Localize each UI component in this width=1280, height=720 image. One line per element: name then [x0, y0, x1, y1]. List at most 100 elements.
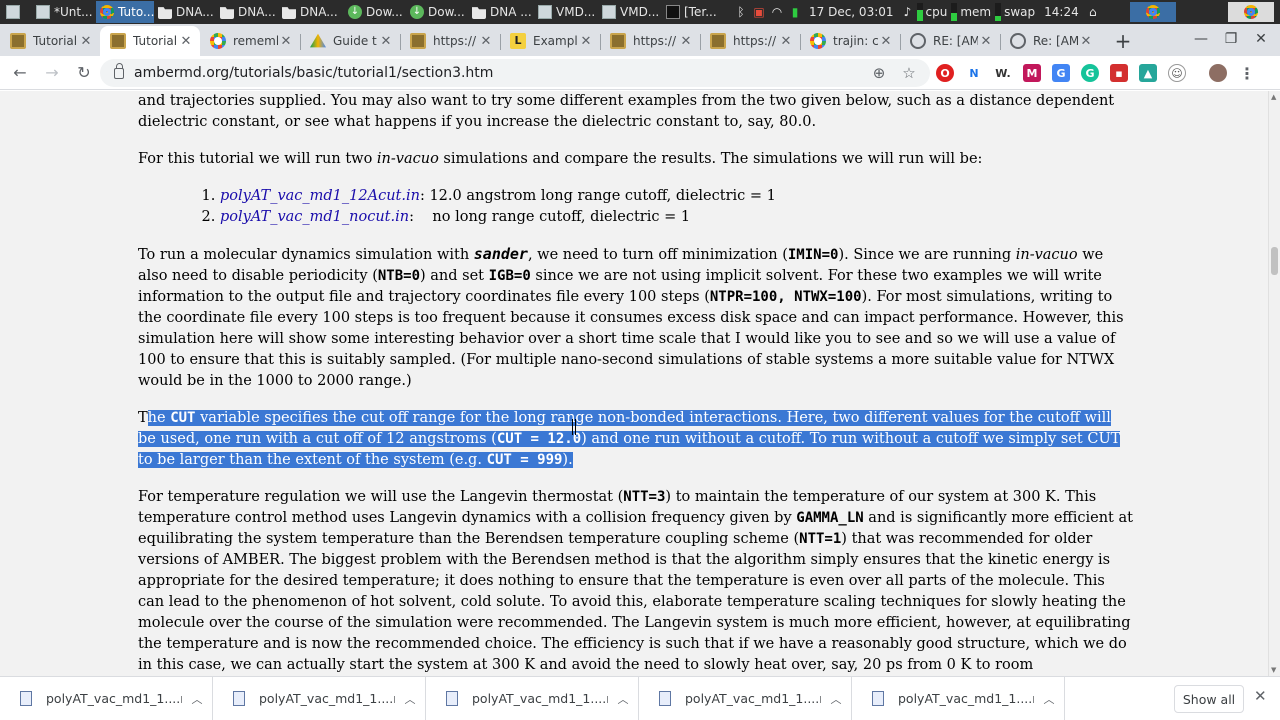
bookmark-star-icon[interactable]: ☆	[894, 64, 924, 82]
download-item[interactable]: polyAT_vac_md1_1....nc ︿	[0, 676, 213, 720]
show-all-downloads-button[interactable]: Show all	[1174, 685, 1244, 713]
translate-extension-icon[interactable]: G	[1052, 64, 1070, 82]
file-icon	[20, 691, 32, 706]
paragraph-intro: For this tutorial we will run two in-vac…	[138, 151, 983, 167]
camera-icon[interactable]: ▣	[750, 5, 768, 19]
folder-icon	[282, 7, 296, 19]
chevron-up-icon[interactable]: ︿	[395, 691, 425, 707]
paragraph-sander: To run a molecular dynamics simulation w…	[138, 245, 1124, 389]
tab-trajin[interactable]: trajin: c ✕	[800, 26, 900, 56]
link-12acut[interactable]: polyAT_vac_md1_12Acut.in	[220, 188, 420, 204]
link-nocut[interactable]: polyAT_vac_md1_nocut.in	[220, 209, 409, 225]
download-item[interactable]: polyAT_vac_md1_1....nc ︿	[213, 676, 426, 720]
close-tab-icon[interactable]: ✕	[778, 34, 794, 49]
close-tab-icon[interactable]: ✕	[1078, 34, 1094, 49]
teal-extension-icon[interactable]: ▲	[1139, 64, 1157, 82]
close-shelf-icon[interactable]: ✕	[1254, 687, 1267, 705]
reload-button[interactable]: ↻	[68, 59, 100, 87]
chevron-up-icon[interactable]: ︿	[608, 691, 638, 707]
maximize-button[interactable]: ❐	[1216, 24, 1246, 54]
mendeley-extension-icon[interactable]: M	[1023, 64, 1041, 82]
arrow-right-icon: →	[45, 63, 59, 82]
wifi-icon[interactable]: ◠	[768, 5, 786, 19]
close-tab-icon[interactable]: ✕	[78, 34, 94, 49]
close-tab-icon[interactable]: ✕	[578, 34, 594, 49]
chevron-up-icon[interactable]: ︿	[1034, 691, 1064, 707]
close-tab-icon[interactable]: ✕	[978, 34, 994, 49]
window-icon	[602, 5, 616, 19]
text-selection: he CUT variable specifies the cut off ra…	[138, 410, 1121, 468]
folder-icon	[220, 7, 234, 19]
tab-https-1[interactable]: https:// ✕	[400, 26, 500, 56]
tab-re-am-2[interactable]: Re: [AM ✕	[1000, 26, 1100, 56]
close-tab-icon[interactable]: ✕	[878, 34, 894, 49]
home-icon[interactable]: ⌂	[1084, 5, 1102, 19]
tab-tutorial-1[interactable]: Tutorial ✕	[0, 26, 100, 56]
file-icon	[446, 691, 458, 706]
bluetooth-icon[interactable]: ᛒ	[732, 5, 750, 19]
task-vmd-2[interactable]: VMD...	[598, 1, 662, 23]
close-tab-icon[interactable]: ✕	[678, 34, 694, 49]
chrome-tray-button[interactable]	[1129, 2, 1176, 22]
chevron-up-icon[interactable]: ︿	[821, 691, 851, 707]
scroll-down-icon[interactable]: ▼	[1271, 666, 1276, 674]
w-extension-icon[interactable]: W.	[994, 64, 1012, 82]
os-taskbar: *Unt... Tuto... DNA... DNA... DNA... ↓ D…	[0, 0, 1280, 24]
grammarly-extension-icon[interactable]: G	[1081, 64, 1099, 82]
forward-button[interactable]: →	[36, 59, 68, 87]
app-menu-button[interactable]	[0, 1, 32, 23]
close-tab-icon[interactable]: ✕	[478, 34, 494, 49]
task-download-2[interactable]: ↓ Dow...	[406, 1, 468, 23]
page-scrollbar[interactable]: ▲ ▼	[1268, 91, 1280, 676]
tab-rememb[interactable]: rememb ✕	[200, 26, 300, 56]
task-tutorial-chrome[interactable]: Tuto...	[96, 1, 154, 23]
clock[interactable]: 14:24	[1039, 5, 1084, 19]
task-vmd-1[interactable]: VMD...	[534, 1, 598, 23]
profile-avatar[interactable]	[1209, 64, 1227, 82]
chrome-tray-button-2[interactable]	[1227, 2, 1274, 22]
date-time[interactable]: 17 Dec, 03:01	[804, 5, 899, 19]
new-tab-button[interactable]: +	[1108, 26, 1138, 56]
address-bar[interactable]: ambermd.org/tutorials/basic/tutorial1/se…	[100, 59, 930, 87]
scroll-up-icon[interactable]: ▲	[1271, 93, 1276, 101]
close-tab-icon[interactable]: ✕	[278, 34, 294, 49]
swap-meter	[995, 3, 1002, 21]
paragraph-dielectric: and trajectories supplied. You may also …	[138, 93, 1115, 130]
download-item[interactable]: polyAT_vac_md1_1....nc ︿	[852, 676, 1065, 720]
zoom-icon[interactable]: ⊕	[864, 64, 894, 82]
minimize-button[interactable]: —	[1186, 24, 1216, 54]
scrollbar-thumb[interactable]	[1271, 247, 1278, 275]
tab-guide[interactable]: Guide t ✕	[300, 26, 400, 56]
battery-icon[interactable]: ▮	[786, 5, 804, 19]
red-extension-icon[interactable]: ▪	[1110, 64, 1128, 82]
close-window-button[interactable]: ✕	[1246, 24, 1276, 54]
face-extension-icon[interactable]: ☺	[1168, 64, 1186, 82]
book-favicon-icon	[10, 33, 26, 49]
tab-https-3[interactable]: https:// ✕	[700, 26, 800, 56]
back-button[interactable]: ←	[4, 59, 36, 87]
menu-kebab-icon[interactable]: ⋮	[1238, 64, 1256, 83]
task-dna-3[interactable]: DNA...	[278, 1, 344, 23]
tab-example[interactable]: L Exampl ✕	[500, 26, 600, 56]
task-terminal[interactable]: [Ter...	[662, 1, 728, 23]
volume-icon[interactable]: ♪	[899, 5, 917, 19]
url-text[interactable]: ambermd.org/tutorials/basic/tutorial1/se…	[134, 65, 493, 81]
opera-extension-icon[interactable]: O	[936, 64, 954, 82]
tab-https-2[interactable]: https:// ✕	[600, 26, 700, 56]
tab-tutorial-active[interactable]: Tutorial ✕	[100, 26, 200, 56]
web-page-viewport[interactable]: and trajectories supplied. You may also …	[0, 91, 1268, 676]
task-unt[interactable]: *Unt...	[32, 1, 96, 23]
chevron-up-icon[interactable]: ︿	[182, 691, 212, 707]
task-dna-2[interactable]: DNA...	[216, 1, 278, 23]
task-dna-4[interactable]: DNA ...	[468, 1, 534, 23]
close-tab-icon[interactable]: ✕	[378, 34, 394, 49]
download-item[interactable]: polyAT_vac_md1_1....nc ︿	[639, 676, 852, 720]
drive-favicon-icon	[310, 33, 326, 48]
tab-re-am-1[interactable]: RE: [AM ✕	[900, 26, 1000, 56]
list-item: polyAT_vac_md1_nocut.in: no long range c…	[220, 207, 1133, 228]
close-tab-icon[interactable]: ✕	[178, 34, 194, 49]
download-item[interactable]: polyAT_vac_md1_1....nc ︿	[426, 676, 639, 720]
n-extension-icon[interactable]: N	[965, 64, 983, 82]
task-dna-1[interactable]: DNA...	[154, 1, 216, 23]
task-download-1[interactable]: ↓ Dow...	[344, 1, 406, 23]
